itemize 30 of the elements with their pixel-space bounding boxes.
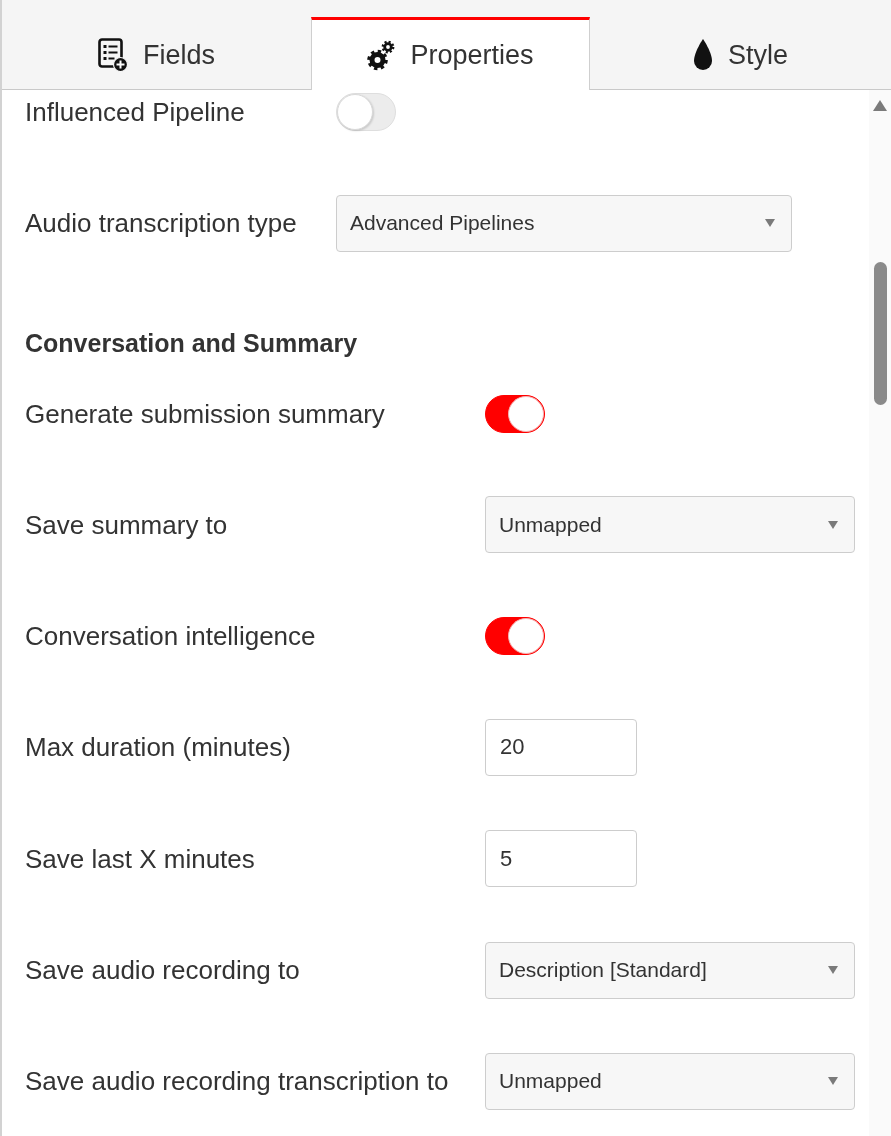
field-label: Influenced Pipeline <box>25 96 245 128</box>
section-heading: Conversation and Summary <box>25 327 358 358</box>
caret-icon <box>828 966 838 975</box>
drop-icon <box>693 38 713 72</box>
field-label: Max duration (minutes) <box>25 731 291 764</box>
number-field[interactable]: 5 <box>485 830 637 888</box>
tab[interactable]: Style <box>590 17 891 90</box>
number-field[interactable]: 20 <box>485 719 637 776</box>
toggle-switch[interactable] <box>485 394 545 433</box>
field-label: Audio transcription type <box>25 207 297 240</box>
caret-icon <box>828 1077 838 1086</box>
caret-icon <box>765 219 775 228</box>
field-label: Generate submission summary <box>25 397 385 430</box>
field-label: Save audio recording to <box>25 954 300 987</box>
tab[interactable]: Properties <box>311 17 590 90</box>
toggle-switch[interactable] <box>485 617 545 656</box>
dropdown[interactable]: Advanced Pipelines <box>336 194 792 252</box>
dropdown[interactable]: Unmapped <box>485 1052 855 1110</box>
field-label: Save summary to <box>25 508 228 541</box>
field-label: Save audio recording transcription to <box>25 1065 449 1098</box>
caret-icon <box>828 520 838 529</box>
tab[interactable]: Fields <box>2 17 311 90</box>
field-label: Save last X minutes <box>25 842 255 875</box>
scrollbar-thumb[interactable] <box>873 262 887 405</box>
scroll-up-arrow-icon[interactable] <box>873 100 887 111</box>
dropdown[interactable]: Unmapped <box>485 496 855 554</box>
list-document-icon <box>98 38 128 72</box>
field-label: Conversation intelligence <box>25 620 316 653</box>
dropdown[interactable]: Description [Standard] <box>485 941 855 999</box>
gears-icon <box>367 38 396 72</box>
